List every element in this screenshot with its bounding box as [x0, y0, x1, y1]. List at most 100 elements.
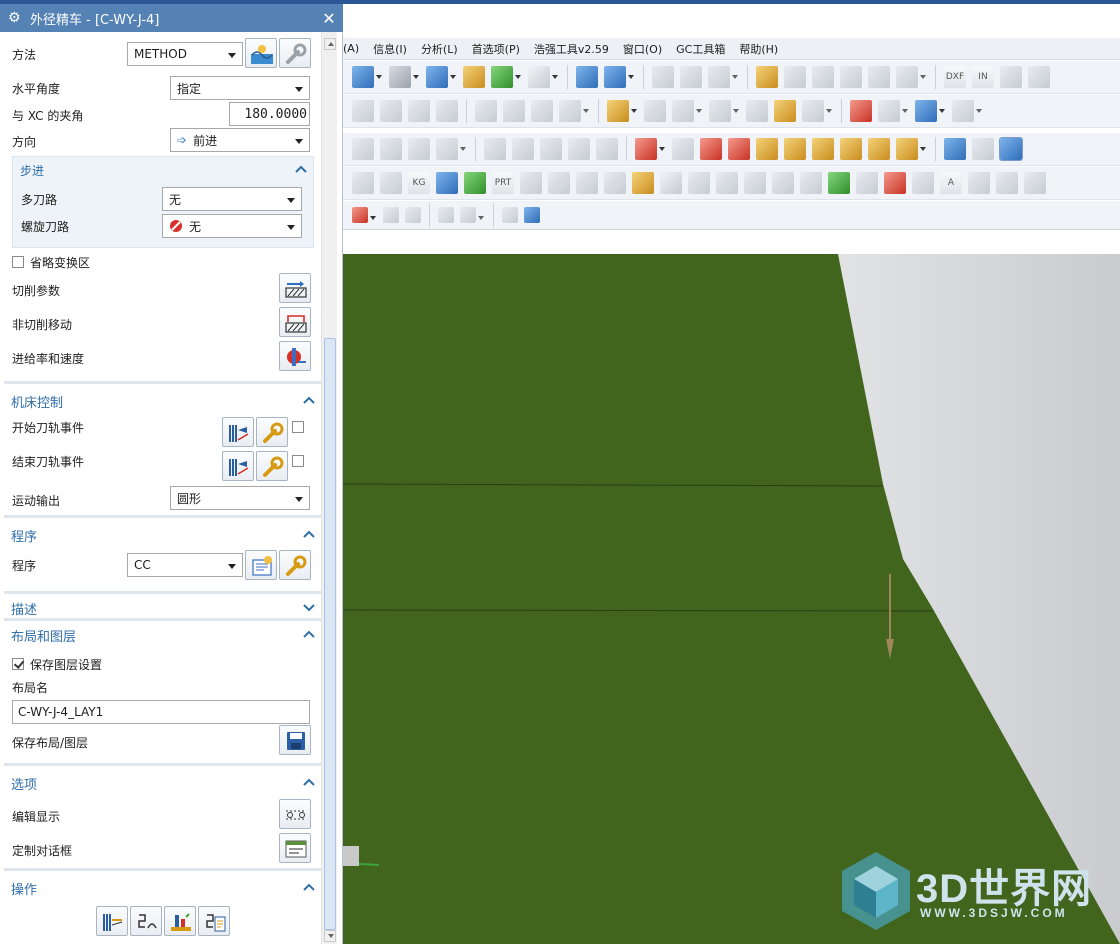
move-object-icon[interactable]: [576, 66, 598, 88]
inch-mm-icon[interactable]: IN: [972, 66, 994, 88]
profile-icon[interactable]: [436, 138, 466, 160]
globe-icon[interactable]: [968, 172, 990, 194]
scroll-up-button[interactable]: [324, 38, 336, 50]
info-icon[interactable]: [503, 100, 525, 122]
bar-icon[interactable]: [716, 172, 738, 194]
check-icon[interactable]: [828, 172, 850, 194]
end-event-edit-button[interactable]: [256, 451, 288, 481]
layer-icon[interactable]: [528, 66, 558, 88]
program-select[interactable]: CC: [127, 553, 243, 577]
turning-icon[interactable]: [352, 138, 374, 160]
box-icon[interactable]: [856, 172, 878, 194]
dxf-icon[interactable]: DXF: [944, 66, 966, 88]
mass-icon[interactable]: [436, 172, 458, 194]
layout-name-input[interactable]: C-WY-J-4_LAY1: [12, 700, 310, 724]
scroll-down-button[interactable]: [324, 930, 336, 942]
prt-icon[interactable]: PRT: [492, 172, 514, 194]
verify-button[interactable]: [164, 906, 196, 936]
feed-speed-button[interactable]: [279, 341, 311, 371]
menu-item-window[interactable]: 窗口(O): [623, 41, 662, 57]
layers-stack-icon[interactable]: [484, 138, 506, 160]
cut-params-toolbar-icon[interactable]: [999, 137, 1023, 161]
end-event-button[interactable]: [222, 451, 254, 481]
description-section-header[interactable]: 描述: [4, 597, 321, 619]
scroll-thumb[interactable]: [324, 338, 336, 930]
angle-select[interactable]: 指定: [170, 76, 310, 100]
start-event-button[interactable]: [222, 417, 254, 447]
stack-2-icon[interactable]: [548, 172, 570, 194]
assembly-icon[interactable]: [680, 66, 702, 88]
edit-program-button[interactable]: [279, 550, 311, 580]
layer-color-icon[interactable]: [884, 172, 906, 194]
align-icon[interactable]: [896, 66, 926, 88]
stack-icon[interactable]: [1000, 66, 1022, 88]
copy-icon[interactable]: [408, 100, 430, 122]
box-select-icon[interactable]: [460, 207, 484, 223]
tool-icon[interactable]: [952, 100, 982, 122]
csys-icon[interactable]: [746, 100, 768, 122]
fit-icon[interactable]: [868, 66, 890, 88]
tree-icon[interactable]: [520, 172, 542, 194]
sheet-icon[interactable]: [576, 172, 598, 194]
graphics-viewport[interactable]: 3D世界网 WWW.3DSJW.COM: [343, 254, 1120, 944]
close-button[interactable]: ✕: [315, 9, 343, 28]
datum-icon[interactable]: [709, 100, 739, 122]
menu-item-help[interactable]: 帮助(H): [739, 41, 778, 57]
table-icon[interactable]: [840, 66, 862, 88]
replay-button[interactable]: [130, 906, 162, 936]
paste-icon[interactable]: [436, 100, 458, 122]
non-cut-button[interactable]: [279, 307, 311, 337]
replay-icon[interactable]: [972, 138, 994, 160]
start-event-checkbox[interactable]: [292, 421, 304, 433]
part-icon[interactable]: [784, 66, 806, 88]
machine-tool-icon[interactable]: [635, 138, 665, 160]
wrench-icon[interactable]: [1024, 172, 1046, 194]
select-filter-icon[interactable]: [352, 66, 382, 88]
edit-display-button[interactable]: [279, 799, 311, 829]
select-rect-icon[interactable]: [352, 207, 376, 223]
palette-icon[interactable]: [607, 100, 637, 122]
cam-list-icon[interactable]: [380, 138, 402, 160]
solid-1-icon[interactable]: [352, 172, 374, 194]
operation-navigator-icon[interactable]: [850, 100, 872, 122]
rect-icon[interactable]: [772, 172, 794, 194]
block-icon[interactable]: [426, 66, 456, 88]
text-a-icon[interactable]: A: [940, 172, 962, 194]
list-button[interactable]: [198, 906, 230, 936]
layers-gray-icon[interactable]: [596, 138, 618, 160]
dialog-scrollbar[interactable]: [321, 32, 337, 944]
drawing-icon[interactable]: [812, 66, 834, 88]
solid-2-icon[interactable]: [380, 172, 402, 194]
cylinder-icon[interactable]: [660, 172, 682, 194]
edit-method-button[interactable]: [279, 38, 311, 68]
blocks-icon[interactable]: [632, 172, 654, 194]
plane-1-icon[interactable]: [756, 138, 778, 160]
hexagon-icon[interactable]: [438, 207, 454, 223]
snap-icon[interactable]: [405, 207, 421, 223]
custom-dialog-button[interactable]: [279, 833, 311, 863]
motion-output-select[interactable]: 圆形: [170, 486, 310, 510]
snap-point-icon[interactable]: [383, 207, 399, 223]
plane-5-icon[interactable]: [868, 138, 890, 160]
layers-blue-icon[interactable]: [512, 138, 534, 160]
generate-toolpath-icon[interactable]: [944, 138, 966, 160]
map-icon[interactable]: [688, 172, 710, 194]
section-icon[interactable]: [912, 172, 934, 194]
cut-params-button[interactable]: [279, 273, 311, 303]
clock-icon[interactable]: [531, 100, 553, 122]
xc-angle-input[interactable]: 180.0000: [229, 102, 310, 126]
feature-icon[interactable]: [774, 100, 796, 122]
extrude-icon[interactable]: [463, 66, 485, 88]
view-cube-icon[interactable]: [502, 207, 518, 223]
spiral-path-select[interactable]: 无: [162, 214, 302, 238]
plane-6-icon[interactable]: [896, 138, 926, 160]
multi-path-select[interactable]: 无: [162, 187, 302, 211]
link-icon[interactable]: [644, 100, 666, 122]
down-arrow-icon[interactable]: [728, 138, 750, 160]
start-event-edit-button[interactable]: [256, 417, 288, 447]
up-arrow-icon[interactable]: [700, 138, 722, 160]
plane-3-icon[interactable]: [812, 138, 834, 160]
chamfer-icon[interactable]: [408, 138, 430, 160]
layout-section-header[interactable]: 布局和图层: [4, 624, 321, 646]
menu-item-preferences[interactable]: 首选项(P): [472, 41, 520, 57]
